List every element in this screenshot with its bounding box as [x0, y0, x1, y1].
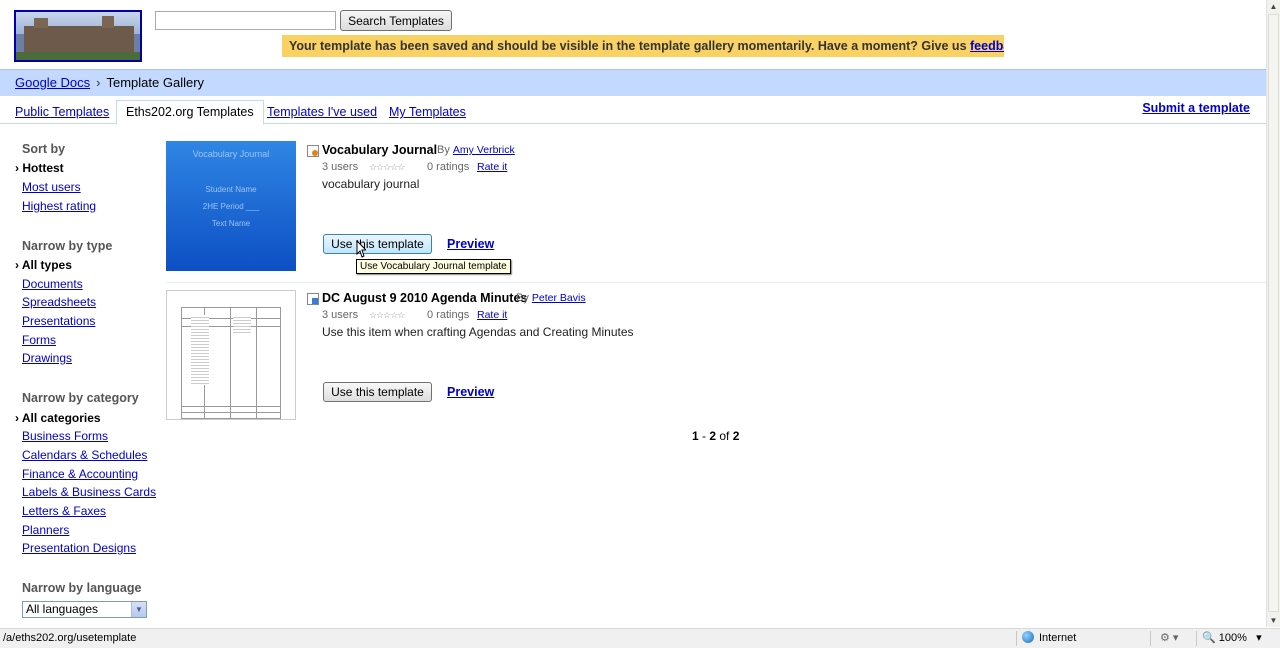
category-labels[interactable]: Labels & Business Cards	[22, 485, 156, 499]
breadcrumb-current: Template Gallery	[106, 75, 205, 90]
school-logo-image[interactable]	[14, 10, 142, 62]
breadcrumb-google-docs[interactable]: Google Docs	[15, 75, 90, 90]
search-input[interactable]	[155, 11, 336, 30]
pager-dash: -	[698, 429, 710, 443]
user-count: 3 users	[322, 309, 359, 321]
zoom-level: 100%	[1218, 632, 1247, 644]
pager-start: 1	[692, 429, 699, 443]
rating-count: 0 ratings	[427, 161, 470, 173]
template-description: Use this item when crafting Agendas and …	[322, 325, 634, 339]
zone-label: Internet	[1039, 632, 1077, 644]
type-forms[interactable]: Forms	[22, 333, 56, 347]
star-rating-icon: ☆☆☆☆☆	[369, 310, 405, 320]
scroll-up-icon[interactable]: ▲	[1267, 0, 1280, 13]
category-calendars[interactable]: Calendars & Schedules	[22, 448, 147, 462]
zoom-dropdown-icon: ▾	[1256, 632, 1262, 644]
tab-eths202-templates[interactable]: Eths202.org Templates	[116, 100, 264, 125]
category-business-forms[interactable]: Business Forms	[22, 429, 108, 443]
template-description: vocabulary journal	[322, 177, 420, 191]
tabs-bar: Public Templates Eths202.org Templates T…	[0, 96, 1266, 125]
chevron-down-icon[interactable]: ▼	[131, 602, 146, 617]
template-title: DC August 9 2010 Agenda Minutes	[322, 291, 528, 305]
tab-public-templates[interactable]: Public Templates	[15, 102, 109, 124]
globe-icon	[1022, 631, 1034, 643]
pagination: 1 - 2 of 2	[692, 429, 739, 443]
search-templates-button[interactable]: Search Templates	[340, 10, 452, 31]
status-bar: /a/eths202.org/usetemplate Internet ⚙ ▾ …	[0, 628, 1280, 648]
sort-most-users[interactable]: Most users	[22, 180, 81, 194]
category-planners[interactable]: Planners	[22, 523, 69, 537]
rating-count: 0 ratings	[427, 309, 470, 321]
language-select-value: All languages	[26, 602, 99, 616]
category-presentation-designs[interactable]: Presentation Designs	[22, 541, 136, 555]
preview-link[interactable]: Preview	[447, 237, 494, 251]
saved-notice: Your template has been saved and should …	[282, 35, 1004, 57]
submit-template-link[interactable]: Submit a template	[1142, 101, 1250, 115]
star-rating-icon: ☆☆☆☆☆	[369, 162, 405, 172]
tab-my-templates[interactable]: My Templates	[389, 102, 466, 124]
by-label: By	[437, 144, 450, 156]
tab-templates-used[interactable]: Templates I've used	[267, 102, 377, 124]
divider	[166, 282, 1266, 283]
rate-it-link[interactable]: Rate it	[477, 309, 507, 321]
sort-highest-rating[interactable]: Highest rating	[22, 199, 96, 213]
breadcrumb: Google Docs › Template Gallery	[0, 69, 1266, 96]
breadcrumb-separator: ›	[96, 75, 101, 90]
feedback-link[interactable]: feedback	[970, 39, 1004, 53]
protected-mode-arrow: ▾	[1172, 632, 1179, 644]
zoom-control[interactable]: 🔍 100% ▾	[1202, 629, 1262, 648]
author-link[interactable]: Amy Verbrick	[453, 144, 515, 156]
template-byline: By Amy Verbrick	[437, 144, 515, 156]
use-template-button[interactable]: Use this template	[323, 382, 432, 402]
status-url: /a/eths202.org/usetemplate	[3, 632, 137, 644]
tooltip: Use Vocabulary Journal template	[356, 259, 511, 274]
rate-it-link[interactable]: Rate it	[477, 161, 507, 173]
template-byline: By Peter Bavis	[516, 292, 586, 304]
category-letters[interactable]: Letters & Faxes	[22, 504, 106, 518]
category-heading: Narrow by category	[22, 391, 139, 405]
type-documents[interactable]: Documents	[22, 277, 83, 291]
type-heading: Narrow by type	[22, 239, 113, 253]
pager-of: of	[716, 429, 733, 443]
language-select[interactable]: All languages ▼	[22, 601, 147, 618]
user-count: 3 users	[322, 161, 359, 173]
by-label: By	[516, 292, 529, 304]
template-title: Vocabulary Journal	[322, 143, 438, 157]
pager-total: 2	[732, 429, 740, 443]
sort-hottest: Hottest	[15, 161, 63, 175]
mouse-cursor-icon	[356, 240, 366, 258]
thumb-line: Text Name	[211, 219, 251, 228]
saved-notice-text: Your template has been saved and should …	[289, 39, 970, 53]
preview-link[interactable]: Preview	[447, 385, 494, 399]
scroll-down-icon[interactable]: ▼	[1267, 614, 1280, 627]
category-all: All categories	[15, 411, 101, 425]
type-drawings[interactable]: Drawings	[22, 351, 72, 365]
language-heading: Narrow by language	[22, 581, 142, 595]
author-link[interactable]: Peter Bavis	[532, 292, 586, 304]
type-all: All types	[15, 258, 72, 272]
template-thumbnail[interactable]	[166, 290, 296, 420]
thumb-title: Vocabulary Journal	[192, 149, 270, 159]
use-template-button[interactable]: Use this template	[323, 234, 432, 254]
scrollbar[interactable]: ▲ ▼	[1266, 0, 1280, 627]
scroll-thumb[interactable]	[1268, 14, 1279, 612]
template-thumbnail[interactable]: Vocabulary Journal Student Name 2HE Peri…	[166, 141, 296, 271]
thumb-line: Student Name	[205, 185, 257, 194]
type-spreadsheets[interactable]: Spreadsheets	[22, 295, 96, 309]
type-presentations[interactable]: Presentations	[22, 314, 95, 328]
security-zone: Internet	[1022, 629, 1076, 648]
sort-heading: Sort by	[22, 142, 66, 156]
document-icon	[307, 293, 319, 305]
thumb-line: 2HE Period ___	[202, 202, 260, 211]
category-finance[interactable]: Finance & Accounting	[22, 467, 138, 481]
presentation-icon	[307, 145, 319, 157]
protected-mode-icon[interactable]: ⚙ ▾	[1160, 629, 1178, 648]
